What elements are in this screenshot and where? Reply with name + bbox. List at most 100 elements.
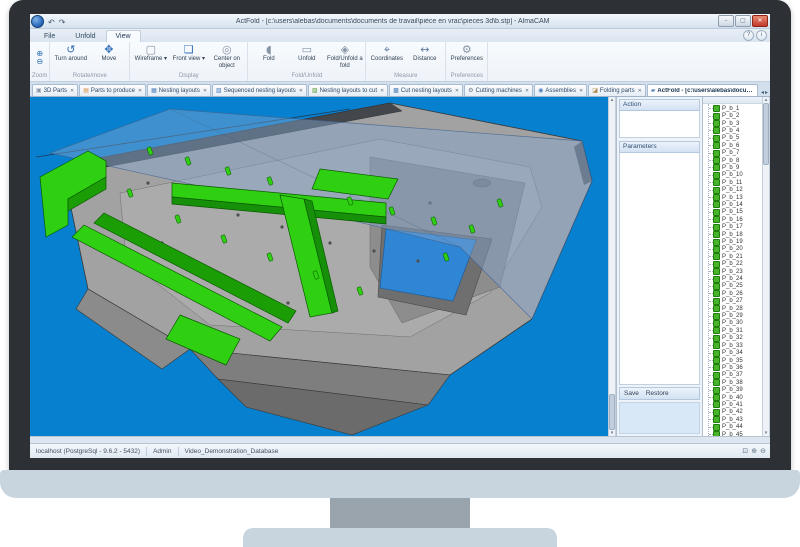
zoom-out-button[interactable]: ⊖: [33, 58, 46, 66]
tree-item[interactable]: P_b_19: [709, 238, 762, 245]
tree-item[interactable]: P_b_23: [709, 268, 762, 275]
action-panel-header[interactable]: Action: [619, 99, 700, 111]
scroll-up-icon[interactable]: ▴: [611, 97, 614, 103]
close-tab-icon[interactable]: ✕: [70, 88, 74, 94]
doc-tab-3d-parts[interactable]: ▣3D Parts✕: [32, 84, 78, 96]
doc-tab-parts-to-produce[interactable]: ▤Parts to produce✕: [79, 84, 146, 96]
viewport-3d[interactable]: [30, 97, 608, 436]
tree-scrollbar[interactable]: ▴ ▾: [762, 97, 770, 436]
tree-item[interactable]: P_b_11: [709, 179, 762, 186]
redo-icon[interactable]: ↷: [57, 18, 68, 27]
save-button[interactable]: Save: [624, 390, 639, 397]
fit-view-icon[interactable]: ⊡: [742, 447, 748, 455]
close-tab-icon[interactable]: ✕: [579, 88, 583, 94]
restore-button[interactable]: Restore: [646, 390, 669, 397]
wireframe-button[interactable]: ▢Wireframe ▾: [132, 43, 169, 63]
maximize-button[interactable]: ▢: [735, 15, 751, 27]
doc-tab-sequenced-nesting-layouts[interactable]: ▧Sequenced nesting layouts✕: [212, 84, 307, 96]
close-tab-icon[interactable]: ✕: [299, 88, 303, 94]
tree-item[interactable]: P_b_21: [709, 253, 762, 260]
fold-button[interactable]: ◖Fold: [250, 43, 287, 63]
coordinates-button[interactable]: ⌖Coordinates: [368, 43, 405, 63]
tree-item[interactable]: P_b_7: [709, 149, 762, 156]
tree-item[interactable]: P_b_44: [709, 423, 762, 430]
fold-unfold-a-fold-button[interactable]: ◈Fold/Unfold a fold: [326, 43, 363, 69]
tree-item[interactable]: P_b_18: [709, 231, 762, 238]
doc-tab-nesting-layouts[interactable]: ▦Nesting layouts✕: [147, 84, 211, 96]
doc-tab-folding-parts[interactable]: ◪Folding parts✕: [588, 84, 646, 96]
menu-tab-view[interactable]: View: [106, 30, 141, 42]
tree-item[interactable]: P_b_30: [709, 320, 762, 327]
tree-item[interactable]: P_b_14: [709, 201, 762, 208]
unfold-button[interactable]: ▭Unfold: [288, 43, 325, 63]
front-view-button[interactable]: ❏Front view ▾: [170, 43, 207, 63]
close-tab-icon[interactable]: ✕: [525, 88, 529, 94]
tree-item[interactable]: P_b_2: [709, 112, 762, 119]
tree-item[interactable]: P_b_40: [709, 394, 762, 401]
tree-item[interactable]: P_b_37: [709, 372, 762, 379]
tree-item[interactable]: P_b_4: [709, 127, 762, 134]
tree-item[interactable]: P_b_39: [709, 386, 762, 393]
tree-item[interactable]: P_b_6: [709, 142, 762, 149]
tree-item[interactable]: P_b_5: [709, 135, 762, 142]
tree-item[interactable]: P_b_26: [709, 290, 762, 297]
tree-item[interactable]: P_b_15: [709, 209, 762, 216]
tab-scroll-right-icon[interactable]: ▸: [765, 89, 768, 96]
tree-item[interactable]: P_b_3: [709, 120, 762, 127]
tree-item[interactable]: P_b_25: [709, 283, 762, 290]
info-button[interactable]: i: [756, 30, 767, 41]
undo-icon[interactable]: ↶: [46, 18, 57, 27]
tree-item[interactable]: P_b_10: [709, 172, 762, 179]
tree-item[interactable]: P_b_43: [709, 416, 762, 423]
scrollbar-thumb[interactable]: [763, 103, 769, 165]
app-orb-button[interactable]: [31, 15, 44, 28]
tree-item[interactable]: P_b_31: [709, 327, 762, 334]
turn-around-button[interactable]: ↺Turn around: [52, 43, 89, 63]
close-tab-icon[interactable]: ✕: [638, 88, 642, 94]
tree-item[interactable]: P_b_9: [709, 164, 762, 171]
minimize-button[interactable]: –: [718, 15, 734, 27]
tree-item[interactable]: P_b_33: [709, 342, 762, 349]
tree-item[interactable]: P_b_12: [709, 186, 762, 193]
close-tab-icon[interactable]: ✕: [138, 88, 142, 94]
tree-item[interactable]: P_b_16: [709, 216, 762, 223]
close-button[interactable]: ✕: [752, 15, 768, 27]
help-button[interactable]: ?: [743, 30, 754, 41]
tree-item[interactable]: P_b_41: [709, 401, 762, 408]
parameters-panel-header[interactable]: Parameters: [619, 141, 700, 153]
viewport-scrollbar[interactable]: ▴ ▾: [608, 97, 616, 436]
close-tab-icon[interactable]: ✕: [380, 88, 384, 94]
doc-tab-cut-nesting-layouts[interactable]: ▩Cut nesting layouts✕: [389, 84, 463, 96]
menu-tab-file[interactable]: File: [34, 30, 65, 42]
scrollbar-thumb[interactable]: [609, 394, 615, 430]
tree-item[interactable]: P_b_27: [709, 298, 762, 305]
tree-item[interactable]: P_b_20: [709, 246, 762, 253]
tree-item[interactable]: P_b_32: [709, 335, 762, 342]
tree-item[interactable]: P_b_13: [709, 194, 762, 201]
zoom-out-icon[interactable]: ⊖: [760, 447, 766, 455]
doc-tab-nesting-layouts-to-cut[interactable]: ▨Nesting layouts to cut✕: [308, 84, 388, 96]
preferences-button[interactable]: ⚙Preferences: [448, 43, 485, 63]
doc-tab-actfold-c-users-alebas-docum[interactable]: ▰ActFold - [c:\users\alebas\documents\do…: [647, 84, 758, 96]
tree-item[interactable]: P_b_36: [709, 364, 762, 371]
tree-item[interactable]: P_b_22: [709, 261, 762, 268]
tree-item[interactable]: P_b_29: [709, 312, 762, 319]
tree-item[interactable]: P_b_24: [709, 275, 762, 282]
tab-scroll-left-icon[interactable]: ◂: [761, 89, 764, 96]
tree-item[interactable]: P_b_42: [709, 409, 762, 416]
zoom-in-icon[interactable]: ⊕: [751, 447, 757, 455]
tree-item[interactable]: P_b_28: [709, 305, 762, 312]
tree-item[interactable]: P_b_1: [709, 105, 762, 112]
tree-item[interactable]: P_b_38: [709, 379, 762, 386]
close-tab-icon[interactable]: ✕: [455, 88, 459, 94]
distance-button[interactable]: ↔Distance: [406, 43, 443, 63]
center-on-object-button[interactable]: ◎Center on object: [208, 43, 245, 69]
tree-item[interactable]: P_b_35: [709, 357, 762, 364]
doc-tab-assemblies[interactable]: ◉Assemblies✕: [534, 84, 587, 96]
tree-item[interactable]: P_b_17: [709, 224, 762, 231]
tree-item[interactable]: P_b_8: [709, 157, 762, 164]
menu-tab-unfold[interactable]: Unfold: [65, 30, 105, 42]
move-button[interactable]: ✥Move: [90, 43, 127, 63]
close-tab-icon[interactable]: ✕: [203, 88, 207, 94]
doc-tab-cutting-machines[interactable]: ⚙Cutting machines✕: [464, 84, 533, 96]
